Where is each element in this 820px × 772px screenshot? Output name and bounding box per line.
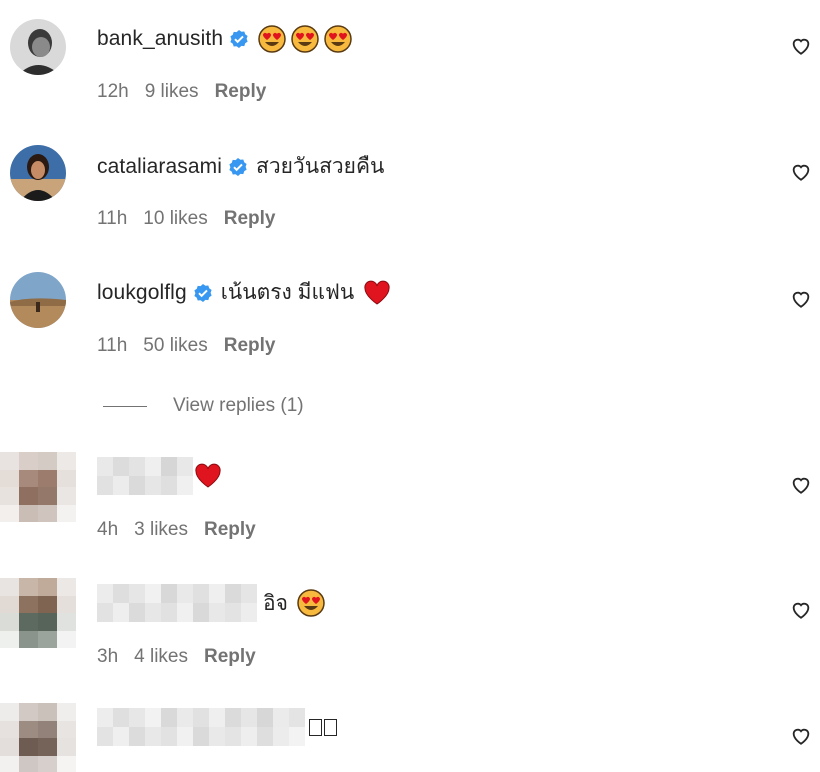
blurred-username[interactable] bbox=[97, 584, 257, 622]
username[interactable]: loukgolflg bbox=[97, 281, 187, 305]
like-heart-icon[interactable] bbox=[790, 35, 812, 57]
comment-time: 11h bbox=[97, 335, 128, 356]
avatar[interactable] bbox=[10, 145, 66, 201]
like-heart-icon[interactable] bbox=[790, 725, 812, 747]
verified-badge-icon bbox=[229, 157, 247, 176]
comment-time: 4h bbox=[97, 519, 119, 540]
comment-time: 11h bbox=[97, 208, 128, 229]
reply-button[interactable]: Reply bbox=[204, 646, 256, 668]
comment-time: 3h bbox=[97, 646, 119, 667]
red-heart-emoji bbox=[193, 461, 223, 491]
like-heart-icon[interactable] bbox=[790, 161, 812, 183]
comment-text: เน้นตรง มีแฟน bbox=[220, 281, 355, 304]
divider bbox=[103, 405, 147, 407]
avatar[interactable] bbox=[10, 272, 66, 328]
comment-text: อิจ bbox=[263, 591, 288, 615]
like-heart-icon[interactable] bbox=[790, 599, 812, 621]
reply-button[interactable]: Reply bbox=[204, 519, 256, 541]
reply-button[interactable]: Reply bbox=[224, 208, 276, 230]
heart-eyes-emoji bbox=[323, 24, 353, 54]
like-count[interactable]: 4 likes bbox=[134, 646, 188, 668]
missing-glyph bbox=[324, 718, 337, 736]
like-count[interactable]: 10 likes bbox=[143, 208, 207, 230]
blurred-username[interactable] bbox=[97, 708, 305, 746]
avatar[interactable] bbox=[10, 19, 66, 75]
reply-button[interactable]: Reply bbox=[215, 81, 267, 103]
username[interactable]: cataliarasami bbox=[97, 155, 222, 179]
like-heart-icon[interactable] bbox=[790, 474, 812, 496]
blurred-username[interactable] bbox=[97, 457, 193, 495]
heart-eyes-emoji bbox=[290, 24, 320, 54]
verified-badge-icon bbox=[230, 30, 248, 48]
reply-button[interactable]: Reply bbox=[224, 335, 276, 357]
view-replies-button[interactable]: View replies (1) bbox=[103, 395, 304, 417]
avatar[interactable] bbox=[0, 452, 76, 522]
like-count[interactable]: 3 likes bbox=[134, 519, 188, 541]
avatar[interactable] bbox=[0, 578, 76, 648]
verified-badge-icon bbox=[194, 283, 212, 302]
like-count[interactable]: 9 likes bbox=[145, 81, 199, 103]
red-heart-emoji bbox=[362, 278, 392, 308]
heart-eyes-emoji bbox=[296, 588, 326, 618]
avatar[interactable] bbox=[0, 703, 76, 772]
comment-text: สวยวันสวยคืน bbox=[256, 155, 385, 178]
view-replies-label: View replies (1) bbox=[173, 395, 304, 416]
comment-time: 12h bbox=[97, 81, 129, 102]
username[interactable]: bank_anusith bbox=[97, 27, 223, 51]
heart-eyes-emoji bbox=[257, 24, 287, 54]
like-heart-icon[interactable] bbox=[790, 288, 812, 310]
missing-glyph bbox=[309, 718, 322, 736]
like-count[interactable]: 50 likes bbox=[143, 335, 207, 357]
